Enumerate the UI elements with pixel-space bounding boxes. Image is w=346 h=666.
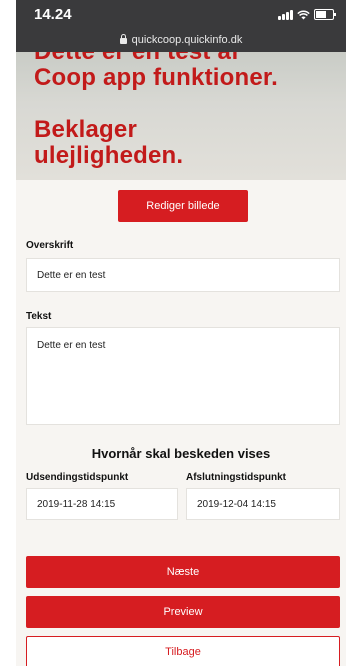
schedule-title: Hvornår skal beskeden vises — [91, 446, 271, 461]
status-bar: 14.24 — [16, 0, 346, 28]
text-label: Tekst — [26, 311, 52, 322]
address-url: quickcoop.quickinfo.dk — [131, 34, 243, 46]
edit-image-button[interactable]: Rediger billede — [118, 190, 248, 222]
phone-screen: 14.24 quickcoop.quickinfo.dk Dette er en… — [16, 0, 346, 666]
status-icons — [278, 9, 336, 20]
image-text-line: ulejligheden. — [34, 142, 184, 169]
back-button[interactable]: Tilbage — [26, 636, 340, 666]
wifi-icon — [297, 10, 310, 20]
heading-input[interactable]: Dette er en test — [26, 258, 340, 292]
preview-button[interactable]: Preview — [26, 596, 340, 628]
start-time-label: Udsendingstidspunkt — [26, 472, 129, 483]
text-textarea[interactable]: Dette er en test — [26, 327, 340, 425]
cellular-signal-icon — [278, 9, 293, 20]
start-time-input[interactable]: 2019-11-28 14:15 — [26, 488, 178, 520]
end-time-input[interactable]: 2019-12-04 14:15 — [186, 488, 340, 520]
battery-icon — [314, 9, 336, 20]
message-image: Dette er en test af Coop app funktioner.… — [16, 52, 346, 180]
next-button[interactable]: Næste — [26, 556, 340, 588]
end-time-label: Afslutningstidspunkt — [186, 472, 286, 483]
image-text-line: Coop app funktioner. — [34, 64, 278, 91]
image-text-line: Beklager — [34, 116, 137, 143]
address-bar[interactable]: quickcoop.quickinfo.dk — [16, 28, 346, 52]
heading-label: Overskrift — [26, 240, 74, 251]
status-time: 14.24 — [34, 6, 72, 23]
lock-icon — [119, 34, 127, 44]
